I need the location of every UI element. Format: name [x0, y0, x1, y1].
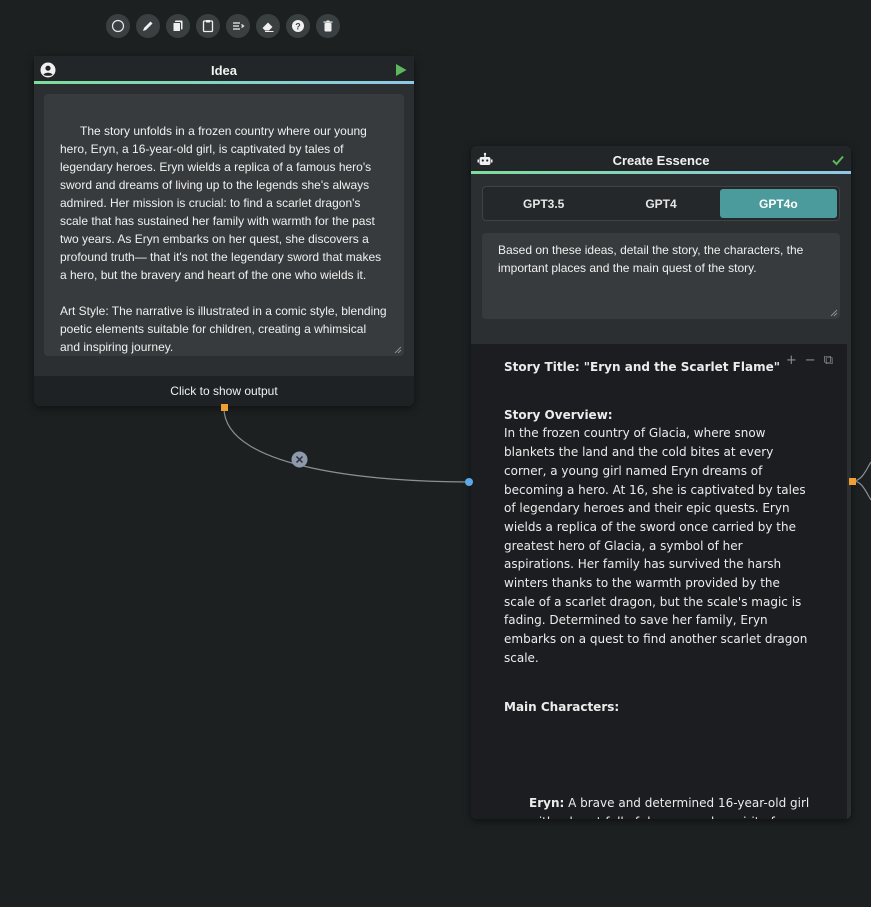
output-tools: + − ⧉	[786, 352, 833, 371]
output-panel[interactable]: + − ⧉ Story Title: "Eryn and the Scarlet…	[471, 344, 847, 819]
character-description: A brave and determined 16-year-old girl …	[529, 796, 810, 819]
check-icon	[832, 155, 844, 166]
tab-gpt4o[interactable]: GPT4o	[719, 189, 837, 218]
tab-gpt35-label: GPT3.5	[522, 196, 565, 211]
show-output-button[interactable]: Click to show output	[34, 376, 414, 406]
play-icon[interactable]	[394, 63, 408, 77]
character-name: Eryn:	[529, 796, 565, 811]
output-scrollbar[interactable]	[847, 344, 851, 819]
pencil-icon[interactable]	[136, 14, 160, 38]
tab-gpt35[interactable]: GPT3.5	[485, 189, 602, 218]
node-toolbar: ?	[106, 14, 340, 38]
connection-edge	[223, 407, 470, 483]
copy-icon[interactable]	[166, 14, 190, 38]
edge-delete-button[interactable]	[291, 451, 308, 468]
essence-input-handle[interactable]	[465, 478, 473, 486]
trash-icon[interactable]	[316, 14, 340, 38]
header-accent-bar	[471, 171, 851, 174]
resize-handle-icon[interactable]	[394, 346, 402, 354]
robot-icon	[477, 152, 493, 165]
svg-text:?: ?	[295, 22, 301, 32]
paste-icon[interactable]	[196, 14, 220, 38]
idea-node[interactable]: Idea The story unfolds in a frozen count…	[34, 56, 414, 406]
prompt-text-area[interactable]: Based on these ideas, detail the story, …	[482, 233, 840, 319]
idea-node-title: Idea	[210, 62, 237, 78]
tab-gpt4o-label: GPT4o	[758, 196, 798, 211]
create-essence-node[interactable]: Create Essence GPT3.5 GPT4 GPT4o Based o…	[471, 146, 851, 819]
user-icon	[40, 62, 56, 78]
idea-text-area[interactable]: The story unfolds in a frozen country wh…	[44, 94, 404, 356]
idea-text: The story unfolds in a frozen country wh…	[60, 124, 387, 354]
tab-gpt4[interactable]: GPT4	[602, 189, 719, 218]
overview-text: In the frozen country of Glacia, where s…	[504, 426, 808, 665]
model-tabs: GPT3.5 GPT4 GPT4o	[482, 186, 840, 221]
show-output-label: Click to show output	[170, 384, 278, 398]
header-accent-bar	[34, 81, 414, 84]
essence-node-title: Create Essence	[612, 152, 710, 168]
overview-heading: Story Overview:	[504, 407, 613, 422]
resize-handle-icon[interactable]	[830, 309, 838, 317]
characters-heading: Main Characters:	[504, 699, 620, 714]
essence-node-header[interactable]: Create Essence	[471, 146, 851, 174]
essence-output-handle[interactable]	[849, 478, 856, 485]
collapse-icon[interactable]: −	[805, 352, 816, 371]
idea-output-handle[interactable]	[221, 404, 228, 411]
copy-output-icon[interactable]: ⧉	[824, 352, 833, 371]
expand-icon[interactable]: +	[786, 352, 797, 371]
tab-gpt4-label: GPT4	[645, 196, 677, 211]
prompt-text: Based on these ideas, detail the story, …	[498, 243, 804, 275]
list-icon[interactable]	[226, 14, 250, 38]
idea-node-header[interactable]: Idea	[34, 56, 414, 84]
help-icon[interactable]: ?	[286, 14, 310, 38]
story-title: Story Title: "Eryn and the Scarlet Flame…	[504, 360, 780, 374]
eraser-icon[interactable]	[256, 14, 280, 38]
circle-icon[interactable]	[106, 14, 130, 38]
character-entry: Eryn: A brave and determined 16-year-old…	[504, 794, 814, 819]
